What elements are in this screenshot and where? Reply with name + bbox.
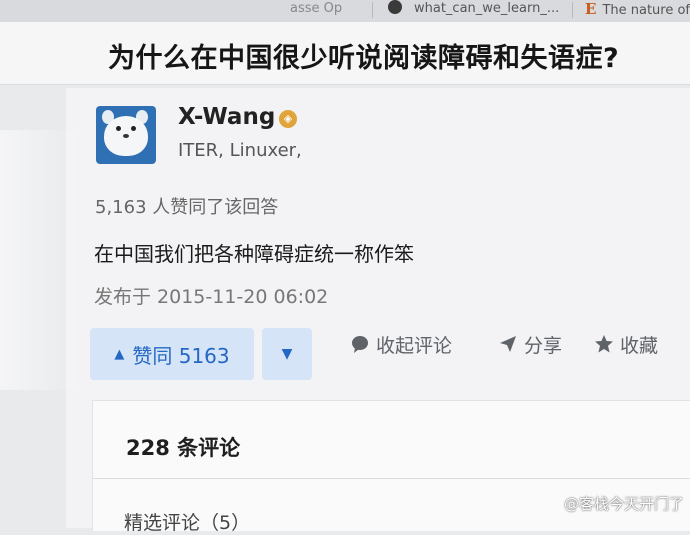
author-avatar[interactable]: [96, 106, 156, 164]
verified-badge-icon: ◈: [279, 110, 297, 128]
comment-bubble-icon: [352, 336, 368, 353]
upvote-arrow-icon: ▲: [114, 346, 125, 362]
collapse-comments-label: 收起评论: [376, 334, 453, 357]
comments-count: 228 条评论: [126, 436, 241, 460]
share-label: 分享: [524, 334, 563, 357]
avatar-eye: [116, 126, 121, 131]
browser-tab-label: what_can_we_learn_...: [414, 1, 560, 16]
upvote-button[interactable]: ▲ 赞同 5163: [90, 328, 254, 380]
weibo-watermark: @客栈今天开门了: [563, 495, 684, 513]
github-icon: [388, 0, 402, 14]
collect-button[interactable]: 收藏: [594, 330, 658, 358]
share-button[interactable]: 分享: [498, 330, 562, 358]
question-title[interactable]: 为什么在中国很少听说阅读障碍和失语症?: [108, 36, 619, 75]
downvote-button[interactable]: ▼: [262, 328, 312, 380]
author-name[interactable]: X-Wang: [178, 104, 275, 130]
browser-tab-what-can-we-learn[interactable]: what_can_we_learn_...: [388, 0, 559, 22]
site-e-icon: E: [585, 0, 597, 18]
screen-glare: [0, 130, 80, 390]
browser-tab-nature[interactable]: E The nature of: [585, 0, 690, 22]
collect-label: 收藏: [620, 334, 659, 357]
publish-time[interactable]: 发布于 2015-11-20 06:02: [94, 282, 328, 309]
collapse-comments-button[interactable]: 收起评论: [350, 330, 452, 358]
downvote-arrow-icon: ▼: [281, 346, 293, 362]
featured-comments-label[interactable]: 精选评论（5）: [124, 508, 250, 535]
browser-tab-label: The nature of: [602, 3, 690, 18]
browser-tab-bar: asse Op what_can_we_learn_... E The natur…: [0, 0, 690, 23]
vote-summary[interactable]: 5,163 人赞同了该回答: [95, 193, 278, 219]
tab-separator: [372, 2, 373, 18]
avatar-nose: [123, 134, 129, 138]
author-bio: ITER, Linuxer,: [178, 140, 302, 161]
browser-tab-partial[interactable]: asse Op: [290, 0, 342, 22]
tab-separator: [572, 2, 573, 18]
upvote-label: 赞同 5163: [132, 343, 230, 368]
answer-content: 在中国我们把各种障碍症统一称作笨: [94, 242, 414, 266]
comments-divider: [92, 478, 690, 479]
paper-plane-icon: [500, 336, 516, 352]
star-icon: [595, 335, 613, 353]
avatar-eye: [131, 126, 136, 131]
question-header: 为什么在中国很少听说阅读障碍和失语症?: [0, 22, 690, 85]
